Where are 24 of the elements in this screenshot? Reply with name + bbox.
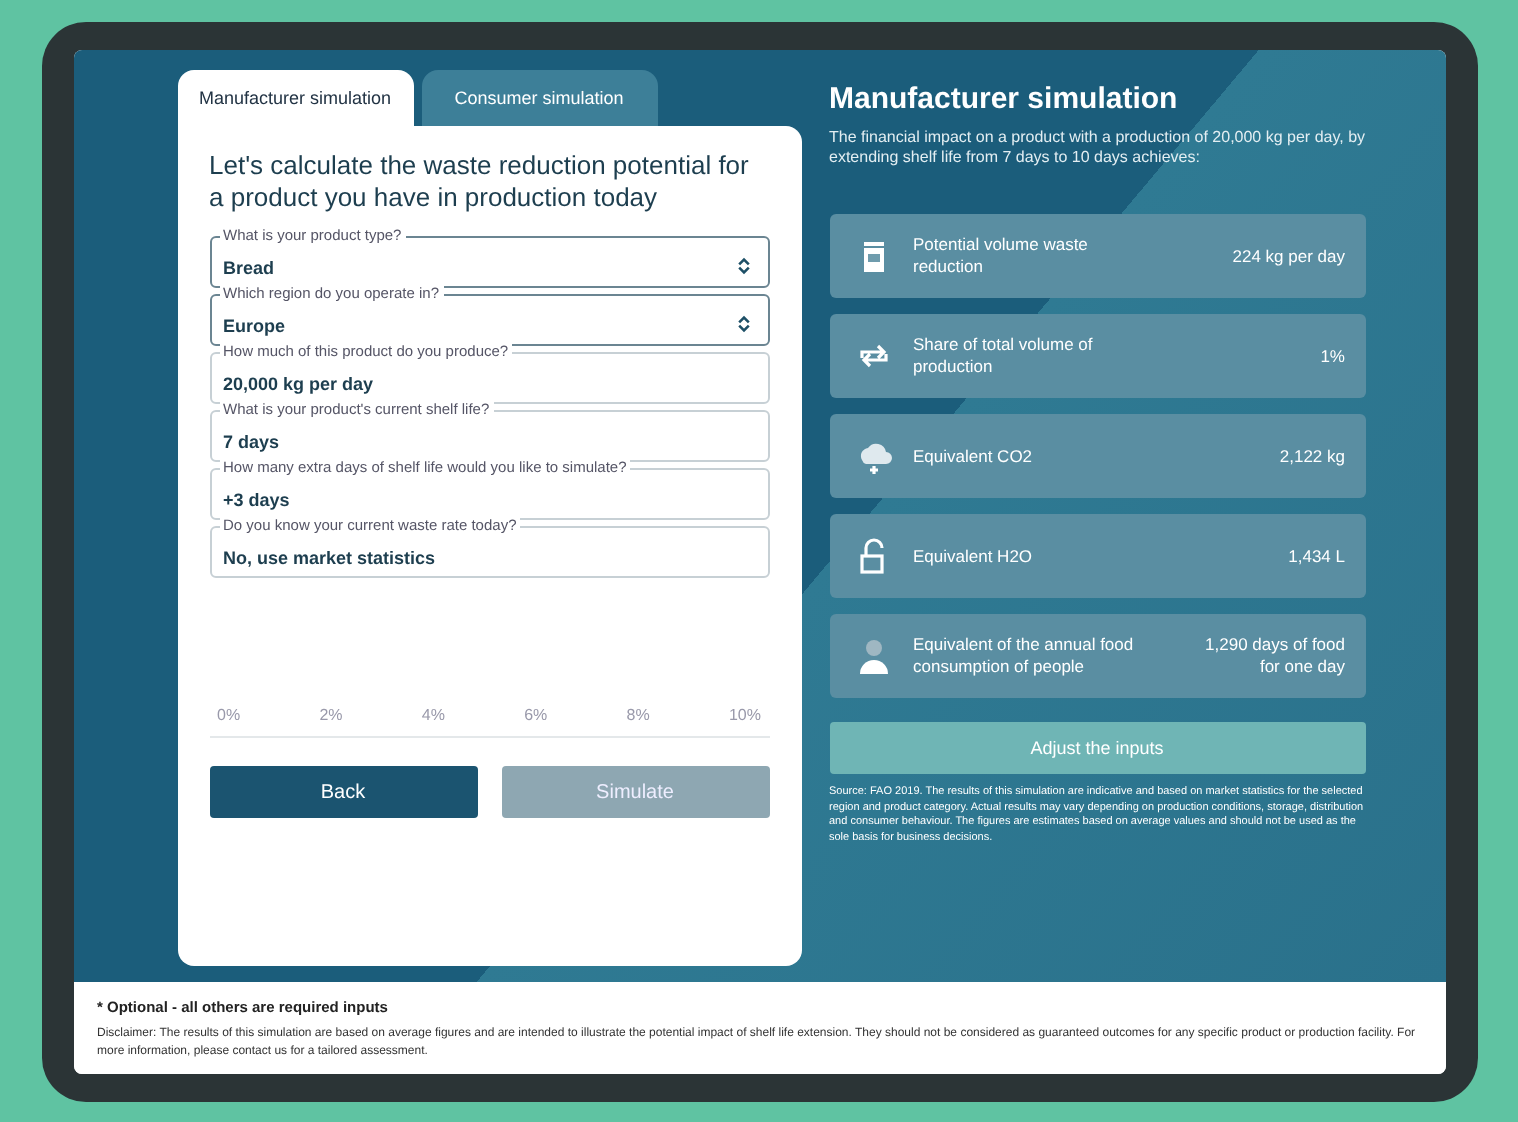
result-value: 1,434 L [1286, 545, 1345, 567]
results-intro: The financial impact on a product with a production of 20,000 kg per day, by extending shelf life from 7 days to 10 days achieves: [829, 127, 1365, 171]
result-label: Share of total volume of production [913, 334, 1095, 378]
scale-label: 8% [626, 706, 650, 724]
scale-label: 4% [421, 706, 445, 724]
result-label: Potential volume waste reduction [913, 234, 1090, 278]
result-value: 2,122 kg [1277, 445, 1345, 467]
scale-label: 0% [217, 706, 241, 724]
form-heading: Let's calculate the waste reduction potential for a product you have in production today [209, 149, 751, 214]
scale-label: 6% [524, 706, 548, 724]
sort-caret-icon [735, 314, 751, 334]
scale-label: 2% [319, 706, 343, 724]
form-button[interactable]: Back [209, 766, 477, 818]
result-value: 1,290 days of food for one day [1203, 634, 1345, 678]
result-value: 224 kg per day [1230, 245, 1345, 267]
scale-label: 10% [728, 706, 761, 724]
sort-caret-icon [735, 256, 751, 276]
results-title: Manufacturer simulation [829, 81, 1180, 115]
tab[interactable]: Manufacturer simulation [177, 69, 413, 125]
result-value: 1% [1318, 345, 1345, 367]
result-label: Equivalent of the annual food consumption of people [913, 634, 1136, 678]
result-label: Equivalent H2O [913, 545, 1035, 567]
tab[interactable]: Consumer simulation [421, 69, 657, 125]
result-label: Equivalent CO2 [913, 445, 1035, 467]
